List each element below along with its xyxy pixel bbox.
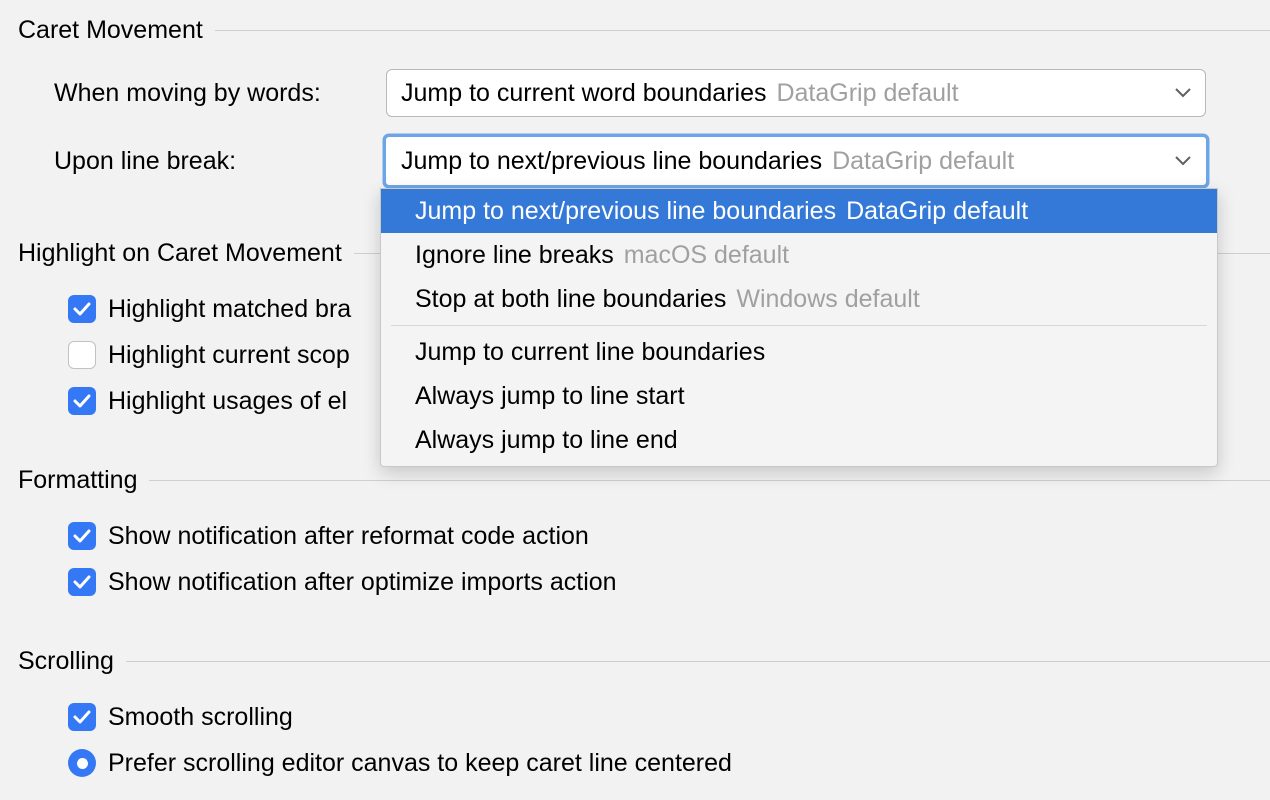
checkbox-current-scope[interactable] bbox=[68, 341, 96, 369]
checkbox-row-reformat[interactable]: Show notification after reformat code ac… bbox=[0, 513, 1270, 559]
checkbox-label: Show notification after reformat code ac… bbox=[108, 522, 589, 551]
checkbox-matched-brace[interactable] bbox=[68, 295, 96, 323]
row-line-break: Upon line break: Jump to next/previous l… bbox=[0, 137, 1270, 185]
checkbox-reformat[interactable] bbox=[68, 522, 96, 550]
dropdown-separator bbox=[391, 325, 1207, 326]
dropdown-line-break-options: Jump to next/previous line boundaries Da… bbox=[380, 188, 1218, 467]
checkbox-smooth[interactable] bbox=[68, 703, 96, 731]
section-header-scrolling: Scrolling bbox=[0, 647, 1270, 676]
checkbox-label: Highlight usages of el bbox=[108, 387, 347, 416]
dropdown-item-hint: macOS default bbox=[624, 241, 789, 270]
checkbox-label: Smooth scrolling bbox=[108, 703, 293, 732]
radio-label: Prefer scrolling editor canvas to keep c… bbox=[108, 749, 732, 778]
dropdown-item-current-line[interactable]: Jump to current line boundaries bbox=[381, 330, 1217, 374]
dropdown-item-line-start[interactable]: Always jump to line start bbox=[381, 374, 1217, 418]
dropdown-item-ignore[interactable]: Ignore line breaks macOS default bbox=[381, 233, 1217, 277]
section-header-formatting: Formatting bbox=[0, 466, 1270, 495]
dropdown-item-label: Jump to current line boundaries bbox=[415, 338, 765, 367]
select-value: Jump to next/previous line boundaries bbox=[401, 147, 822, 176]
select-line-break[interactable]: Jump to next/previous line boundaries Da… bbox=[386, 137, 1206, 185]
checkbox-row-smooth[interactable]: Smooth scrolling bbox=[0, 694, 1270, 740]
checkbox-row-optimize[interactable]: Show notification after optimize imports… bbox=[0, 559, 1270, 605]
chevron-down-icon bbox=[1175, 88, 1191, 98]
dropdown-item-label: Ignore line breaks bbox=[415, 241, 614, 270]
checkbox-label: Highlight current scop bbox=[108, 341, 350, 370]
dropdown-item-line-end[interactable]: Always jump to line end bbox=[381, 418, 1217, 462]
checkbox-usages[interactable] bbox=[68, 387, 96, 415]
label-line-break: Upon line break: bbox=[54, 147, 386, 176]
select-hint: DataGrip default bbox=[776, 79, 958, 108]
section-header-caret-movement: Caret Movement bbox=[0, 16, 1270, 45]
chevron-down-icon bbox=[1175, 156, 1191, 166]
section-title: Formatting bbox=[18, 466, 137, 495]
dropdown-item-label: Stop at both line boundaries bbox=[415, 285, 726, 314]
checkbox-label: Highlight matched bra bbox=[108, 295, 351, 324]
dropdown-item-label: Always jump to line start bbox=[415, 382, 685, 411]
section-rule bbox=[149, 480, 1270, 481]
radio-prefer-center[interactable] bbox=[68, 749, 96, 777]
label-moving-words: When moving by words: bbox=[54, 79, 386, 108]
section-title: Scrolling bbox=[18, 647, 114, 676]
section-rule bbox=[215, 30, 1270, 31]
dropdown-item-label: Always jump to line end bbox=[415, 426, 678, 455]
select-hint: DataGrip default bbox=[832, 147, 1014, 176]
radio-row-prefer-center[interactable]: Prefer scrolling editor canvas to keep c… bbox=[0, 740, 1270, 786]
section-title: Highlight on Caret Movement bbox=[18, 239, 342, 268]
select-value: Jump to current word boundaries bbox=[401, 79, 766, 108]
dropdown-item-jump-next-prev[interactable]: Jump to next/previous line boundaries Da… bbox=[381, 189, 1217, 233]
checkbox-optimize[interactable] bbox=[68, 568, 96, 596]
dropdown-item-hint: Windows default bbox=[736, 285, 919, 314]
select-moving-words[interactable]: Jump to current word boundaries DataGrip… bbox=[386, 69, 1206, 117]
row-moving-words: When moving by words: Jump to current wo… bbox=[0, 69, 1270, 117]
section-rule bbox=[126, 661, 1270, 662]
checkbox-label: Show notification after optimize imports… bbox=[108, 568, 617, 597]
dropdown-item-both-boundaries[interactable]: Stop at both line boundaries Windows def… bbox=[381, 277, 1217, 321]
dropdown-item-label: Jump to next/previous line boundaries bbox=[415, 197, 836, 226]
dropdown-item-hint: DataGrip default bbox=[846, 197, 1028, 226]
section-title: Caret Movement bbox=[18, 16, 203, 45]
